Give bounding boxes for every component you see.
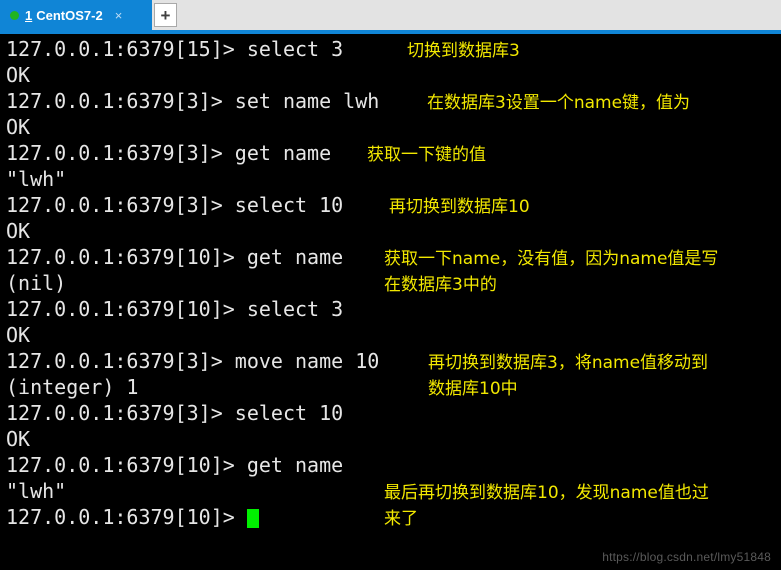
tab-connected-status-icon bbox=[10, 10, 19, 20]
tab-bar: 1 CentOS7-2 × + bbox=[0, 0, 781, 30]
terminal-line: OK bbox=[6, 219, 31, 243]
annotation-text: 切换到数据库3 bbox=[407, 41, 520, 61]
terminal-line: "lwh" bbox=[6, 167, 67, 191]
terminal-line: OK bbox=[6, 63, 31, 87]
terminal-line: OK bbox=[6, 427, 31, 451]
terminal-line: OK bbox=[6, 115, 31, 139]
annotation-text: 再切换到数据库3，将name值移动到 bbox=[428, 353, 709, 373]
annotation-text: 在数据库3中的 bbox=[384, 275, 497, 295]
annotation-text: 获取一下name，没有值，因为name值是写 bbox=[384, 249, 719, 269]
terminal-line: OK bbox=[6, 323, 31, 347]
annotation-text: 来了 bbox=[384, 509, 418, 529]
close-icon[interactable]: × bbox=[115, 9, 123, 22]
tab-centos7-2[interactable]: 1 CentOS7-2 × bbox=[0, 0, 152, 30]
new-tab-button[interactable]: + bbox=[154, 3, 177, 27]
tab-bar-empty-area bbox=[177, 0, 781, 30]
tab-index-label: 1 bbox=[25, 7, 33, 23]
terminal-output-area[interactable]: 127.0.0.1:6379[15]> select 3 OK 127.0.0.1:… bbox=[0, 34, 781, 570]
terminal-cursor bbox=[246, 509, 259, 528]
annotation-text: 数据库10中 bbox=[428, 379, 518, 399]
terminal-line: 127.0.0.1:6379[15]> select 3 bbox=[6, 37, 344, 61]
watermark-label: https://blog.csdn.net/lmy51848 bbox=[602, 550, 771, 564]
terminal-line: 127.0.0.1:6379[3]> select 10 bbox=[6, 401, 344, 425]
tab-title-label: CentOS7-2 bbox=[36, 7, 103, 23]
annotation-text: 在数据库3设置一个name键，值为 bbox=[427, 93, 691, 113]
annotation-text: 最后再切换到数据库10，发现name值也过 bbox=[384, 483, 709, 503]
terminal-line: 127.0.0.1:6379[10]> get name bbox=[6, 453, 344, 477]
annotation-text: 获取一下键的值 bbox=[367, 145, 486, 165]
annotation-text: 再切换到数据库10 bbox=[389, 197, 530, 217]
terminal-line: (integer) 1 bbox=[6, 375, 139, 399]
terminal-line: 127.0.0.1:6379[10]> select 3 bbox=[6, 297, 344, 321]
terminal-window: 1 CentOS7-2 × + 127.0.0.1:6379[15]> sele… bbox=[0, 0, 781, 570]
